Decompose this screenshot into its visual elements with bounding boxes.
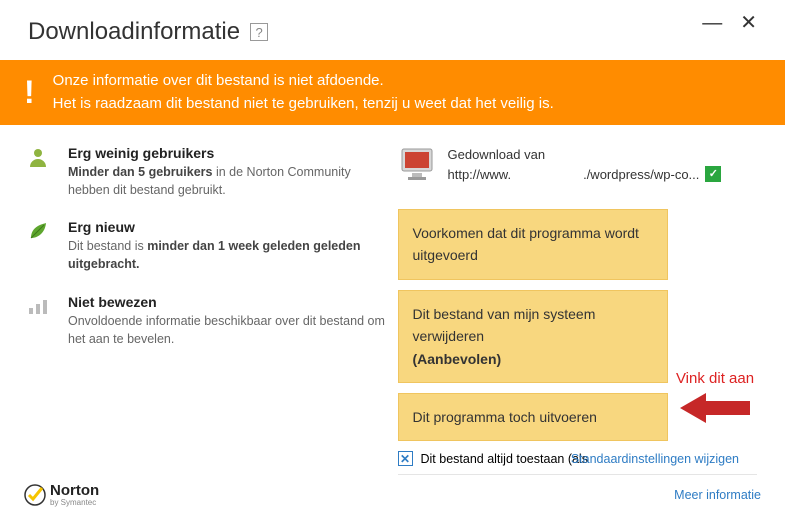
option-prevent-run[interactable]: Voorkomen dat dit programma wordt uitgev…: [398, 209, 668, 280]
verified-icon: ✓: [705, 166, 721, 182]
checkmark-icon: [24, 484, 46, 506]
option-label: Dit bestand van mijn systeem verwijderen: [413, 306, 596, 344]
norton-logo: Norton by Symantec: [24, 482, 99, 507]
insight-body: Minder dan 5 gebruikers in de Norton Com…: [68, 163, 388, 199]
insights-panel: Erg weinig gebruikers Minder dan 5 gebru…: [28, 145, 388, 475]
help-button[interactable]: ?: [250, 23, 268, 41]
annotation-label: Vink dit aan: [676, 370, 754, 387]
insight-proof: Niet bewezen Onvoldoende informatie besc…: [28, 294, 388, 348]
option-label: Voorkomen dat dit programma wordt uitgev…: [413, 225, 639, 263]
defaults-link[interactable]: Standaardinstellingen wijzigen: [571, 452, 739, 466]
insight-body: Dit bestand is minder dan 1 week geleden…: [68, 237, 388, 273]
banner-line1: Onze informatie over dit bestand is niet…: [53, 70, 554, 93]
option-recommended: (Aanbevolen): [413, 348, 653, 370]
insight-body: Onvoldoende informatie beschikbaar over …: [68, 312, 388, 348]
always-allow-checkbox[interactable]: ✕: [398, 451, 413, 466]
insight-heading: Erg weinig gebruikers: [68, 145, 388, 161]
footer: Norton by Symantec Meer informatie: [0, 482, 785, 507]
arrow-icon: [680, 391, 750, 425]
titlebar: Downloadinformatie ? — ✕: [0, 0, 785, 60]
insight-heading: Niet bewezen: [68, 294, 388, 310]
brand-by: by Symantec: [50, 498, 99, 507]
annotation: Vink dit aan: [650, 370, 780, 425]
insight-users: Erg weinig gebruikers Minder dan 5 gebru…: [28, 145, 388, 199]
warning-banner: ! Onze informatie over dit bestand is ni…: [0, 60, 785, 125]
option-run-anyway[interactable]: Dit programma toch uitvoeren: [398, 393, 668, 441]
user-icon: [28, 145, 52, 199]
window-title: Downloadinformatie: [28, 18, 240, 46]
download-label: Gedownload van: [448, 145, 722, 165]
exclamation-icon: !: [24, 74, 35, 111]
option-label: Dit programma toch uitvoeren: [413, 409, 597, 425]
insight-heading: Erg nieuw: [68, 219, 388, 235]
more-info-link[interactable]: Meer informatie: [674, 488, 761, 502]
close-button[interactable]: ✕: [740, 13, 757, 33]
insight-age: Erg nieuw Dit bestand is minder dan 1 we…: [28, 219, 388, 273]
download-url-prefix: http://www.: [448, 165, 512, 185]
minimize-button[interactable]: —: [702, 13, 722, 33]
computer-icon: [398, 145, 438, 185]
actions-panel: Gedownload van http://www. ./wordpress/w…: [398, 145, 758, 475]
download-source: Gedownload van http://www. ./wordpress/w…: [398, 145, 758, 185]
checkbox-label: Dit bestand altijd toestaan (als: [421, 452, 588, 466]
option-remove-file[interactable]: Dit bestand van mijn systeem verwijderen…: [398, 290, 668, 383]
brand-name: Norton: [50, 482, 99, 499]
bars-icon: [28, 294, 52, 348]
download-url-suffix: ./wordpress/wp-co...: [583, 165, 699, 185]
banner-line2: Het is raadzaam dit bestand niet te gebr…: [53, 93, 554, 116]
leaf-icon: [28, 219, 52, 273]
